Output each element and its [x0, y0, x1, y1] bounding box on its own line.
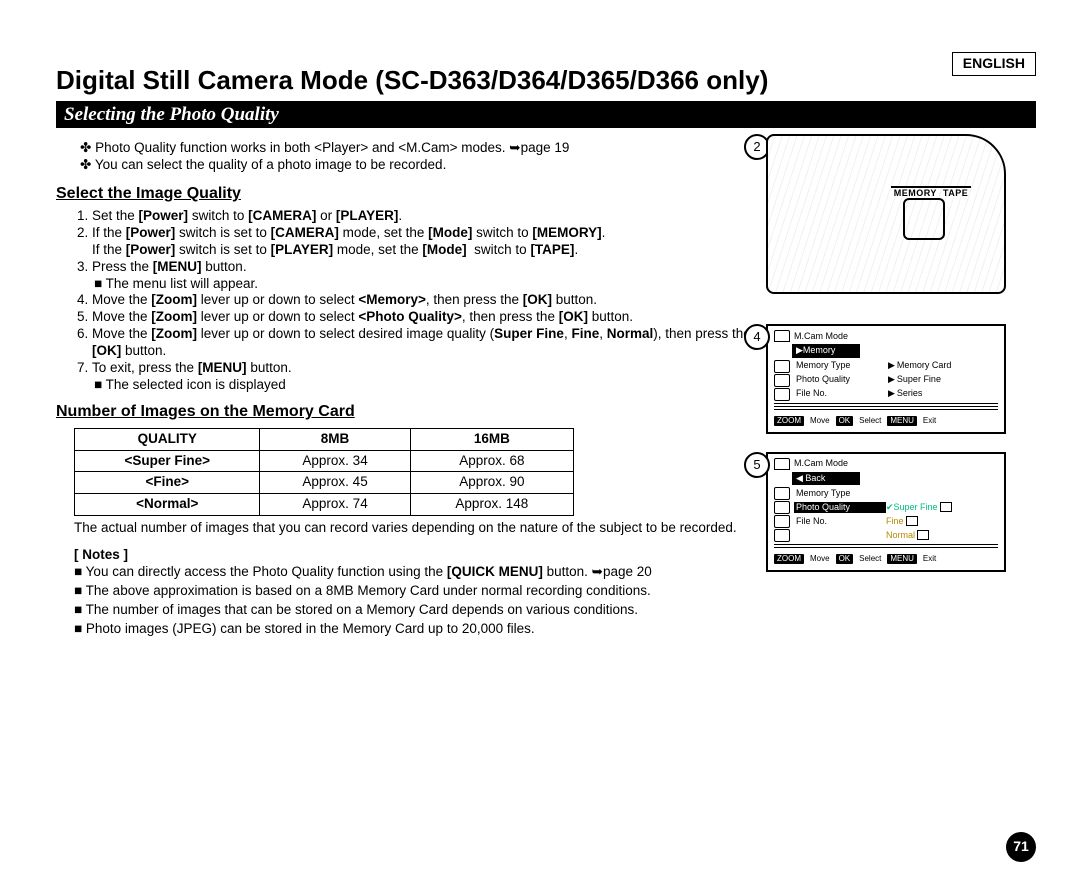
manual-page: ENGLISH Digital Still Camera Mode (SC-D3…: [0, 0, 1080, 886]
row-icon: [774, 374, 790, 387]
osd-footer: ZOOM Move OK Select MENU Exit: [774, 416, 998, 426]
table-row: <Normal>Approx. 74Approx. 148: [75, 494, 574, 516]
osd-row-label: File No.: [794, 516, 886, 527]
row-icon: [774, 388, 790, 401]
table-header: 8MB: [260, 428, 410, 450]
step-item: Move the [Zoom] lever up or down to sele…: [92, 326, 752, 360]
row-icon: [774, 360, 790, 373]
step-item: Move the [Zoom] lever up or down to sele…: [92, 309, 752, 326]
menu-btn-label: MENU: [887, 416, 917, 426]
osd-row-value: Fine: [886, 516, 918, 527]
step-item: Move the [Zoom] lever up or down to sele…: [92, 292, 752, 309]
osd-row: Memory Type▶Memory Card: [774, 360, 998, 373]
intro-list: Photo Quality function works in both <Pl…: [80, 140, 752, 174]
notes-heading: [ Notes ]: [74, 547, 752, 564]
zoom-btn-label: ZOOM: [774, 554, 804, 564]
note-item: Photo images (JPEG) can be stored in the…: [74, 621, 752, 638]
row-icon: [774, 515, 790, 528]
table-cell: Approx. 74: [260, 494, 410, 516]
osd-mode-label: M.Cam Mode: [794, 331, 848, 342]
table-note: The actual number of images that you can…: [74, 520, 752, 537]
heading-number-of-images: Number of Images on the Memory Card: [56, 402, 752, 422]
osd-back: ◀ Back: [792, 472, 860, 485]
section-bar: Selecting the Photo Quality: [56, 101, 1036, 129]
ok-btn-label: OK: [836, 554, 854, 564]
table-cell: <Normal>: [75, 494, 260, 516]
step-item: Press the [MENU] button.The menu list wi…: [92, 259, 752, 293]
osd-menu-4: M.Cam Mode ▶Memory Memory Type▶Memory Ca…: [766, 324, 1006, 433]
step-item: If the [Power] switch is set to [CAMERA]…: [92, 225, 752, 259]
step-item: To exit, press the [MENU] button.The sel…: [92, 360, 752, 394]
table-cell: <Super Fine>: [75, 450, 260, 472]
quality-table: QUALITY8MB16MB <Super Fine>Approx. 34App…: [74, 428, 574, 517]
table-cell: Approx. 68: [410, 450, 573, 472]
table-row: <Fine>Approx. 45Approx. 90: [75, 472, 574, 494]
mode-switch-icon: [903, 198, 945, 240]
camera-icon: [774, 330, 790, 342]
intro-item: You can select the quality of a photo im…: [80, 157, 752, 174]
osd-row: Memory Type: [774, 487, 998, 500]
table-row: <Super Fine>Approx. 34Approx. 68: [75, 450, 574, 472]
osd-mode-label: M.Cam Mode: [794, 458, 848, 469]
table-cell: Approx. 90: [410, 472, 573, 494]
osd-row-value: Series: [897, 388, 923, 399]
osd-row-label: File No.: [794, 388, 886, 399]
table-cell: <Fine>: [75, 472, 260, 494]
osd-row-value: Memory Card: [897, 360, 952, 371]
steps-list: Set the [Power] switch to [CAMERA] or [P…: [74, 208, 752, 394]
osd-row-label: Photo Quality: [794, 374, 886, 385]
osd-row-label: Memory Type: [794, 488, 886, 499]
note-item: You can directly access the Photo Qualit…: [74, 564, 752, 581]
heading-select-image-quality: Select the Image Quality: [56, 184, 752, 204]
table-header: QUALITY: [75, 428, 260, 450]
figure-2: 2 MEMORYTAPE: [766, 134, 1036, 294]
language-label: ENGLISH: [952, 52, 1036, 76]
osd-menu-5: M.Cam Mode ◀ Back Memory Type Photo Quali…: [766, 452, 1006, 572]
notes-list: You can directly access the Photo Qualit…: [74, 564, 752, 638]
ok-btn-label: OK: [836, 416, 854, 426]
osd-section: ▶Memory: [792, 344, 860, 357]
figure-5: 5 M.Cam Mode ◀ Back Memory TypePhoto Qua…: [766, 452, 1036, 572]
osd-footer: ZOOM Move OK Select MENU Exit: [774, 554, 998, 564]
page-title: Digital Still Camera Mode (SC-D363/D364/…: [56, 64, 1036, 97]
row-icon: [774, 529, 790, 542]
osd-row: Photo Quality✔Super Fine: [774, 501, 998, 514]
note-item: The number of images that can be stored …: [74, 602, 752, 619]
camera-sketch: MEMORYTAPE: [766, 134, 1006, 294]
table-header: 16MB: [410, 428, 573, 450]
osd-row: Normal: [774, 529, 998, 542]
page-number: 71: [1006, 832, 1036, 862]
zoom-btn-label: ZOOM: [774, 416, 804, 426]
table-cell: Approx. 148: [410, 494, 573, 516]
step-item: Set the [Power] switch to [CAMERA] or [P…: [92, 208, 752, 225]
osd-row-value: Normal: [886, 530, 929, 541]
osd-row: Photo Quality▶Super Fine: [774, 374, 998, 387]
row-icon: [774, 487, 790, 500]
osd-row-label: Memory Type: [794, 360, 886, 371]
osd-row: File No.▶Series: [774, 388, 998, 401]
osd-row-value: ✔Super Fine: [886, 502, 952, 513]
camera-icon: [774, 458, 790, 470]
figure-4: 4 M.Cam Mode ▶Memory Memory Type▶Memory …: [766, 324, 1036, 433]
row-icon: [774, 501, 790, 514]
osd-row: File No.Fine: [774, 515, 998, 528]
note-item: The above approximation is based on a 8M…: [74, 583, 752, 600]
table-cell: Approx. 34: [260, 450, 410, 472]
step-circle-5: 5: [744, 452, 770, 478]
table-cell: Approx. 45: [260, 472, 410, 494]
osd-row-value: Super Fine: [897, 374, 941, 385]
osd-row-label: Photo Quality: [794, 502, 886, 513]
intro-item: Photo Quality function works in both <Pl…: [80, 140, 752, 157]
menu-btn-label: MENU: [887, 554, 917, 564]
